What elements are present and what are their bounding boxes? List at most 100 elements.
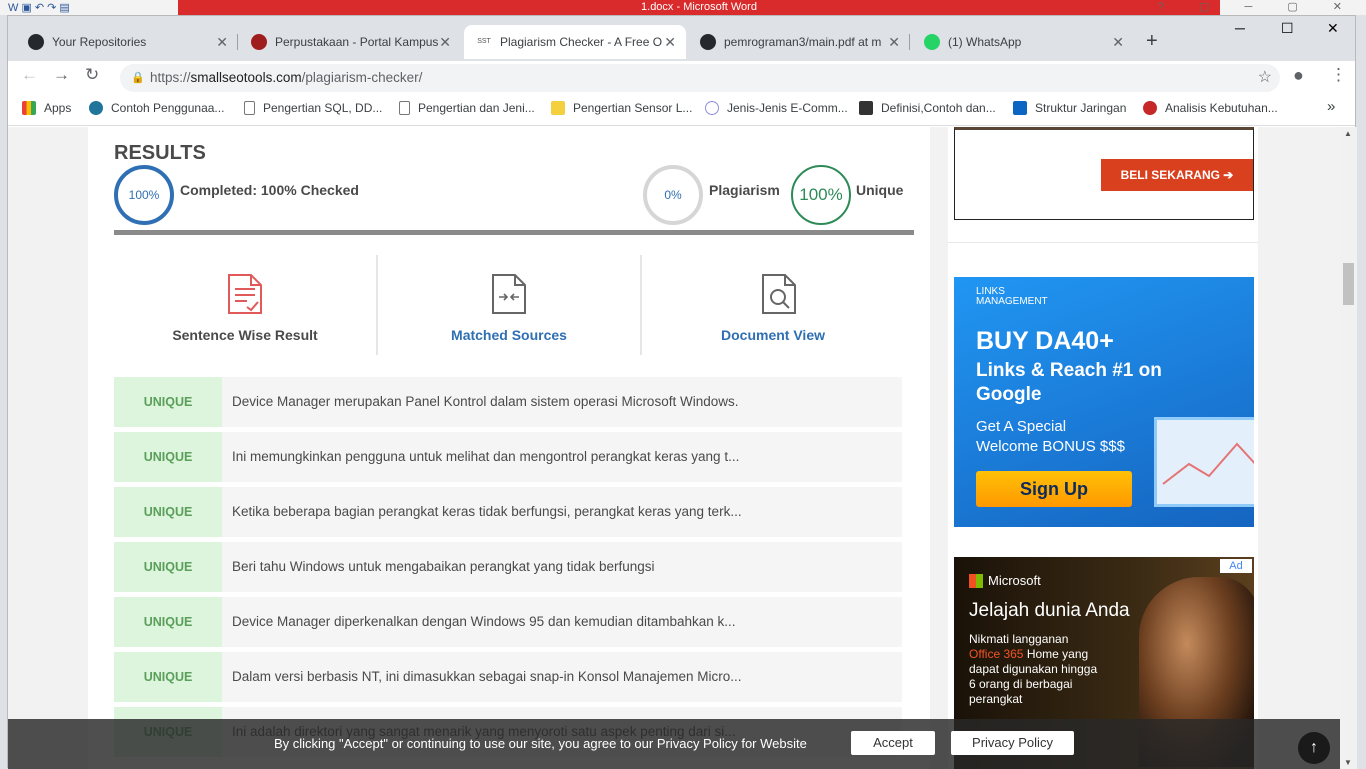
bookmark-star-icon[interactable]: ☆: [1258, 64, 1272, 92]
sign-up-button[interactable]: Sign Up: [976, 471, 1132, 507]
sentence-row[interactable]: UNIQUE Beri tahu Windows untuk mengabaika…: [114, 542, 902, 592]
close-icon[interactable]: ✕: [1112, 25, 1124, 59]
wordpress-icon: [89, 101, 103, 115]
tab-your-repositories[interactable]: Your Repositories ✕: [16, 25, 238, 59]
close-icon[interactable]: ✕: [664, 25, 676, 59]
bookmark-item[interactable]: Pengertian SQL, DD...: [244, 101, 382, 115]
close-icon[interactable]: ✕: [888, 25, 900, 59]
avatar-icon: [859, 101, 873, 115]
maximize-button[interactable]: ☐: [1281, 20, 1294, 37]
ad-banner-top[interactable]: BELI SEKARANG ➔: [954, 127, 1254, 220]
sentence-row[interactable]: UNIQUE Ini memungkinkan pengguna untuk me…: [114, 432, 902, 482]
links-offer2: Welcome BONUS $$$: [976, 438, 1125, 455]
ms-brand: Microsoft: [988, 573, 1041, 588]
bookmark-item[interactable]: Struktur Jaringan: [1013, 101, 1126, 115]
tab-plagiarism-checker[interactable]: SST Plagiarism Checker - A Free O ✕: [464, 25, 686, 59]
back-button[interactable]: ←: [21, 65, 38, 85]
document-search-icon: [762, 274, 796, 314]
document-compare-icon: [492, 274, 526, 314]
cookie-message: By clicking "Accept" or continuing to us…: [274, 736, 807, 751]
browser-toolbar: ← → ↻ 🔒 https://smallseotools.com/plagia…: [8, 61, 1355, 94]
address-bar[interactable]: 🔒 https://smallseotools.com/plagiarism-c…: [120, 64, 1280, 92]
tab-title: (1) WhatsApp: [948, 35, 1022, 49]
sentence-text: Ketika beberapa bagian perangkat keras t…: [232, 504, 742, 519]
links-headline: BUY DA40+: [976, 327, 1114, 355]
minimize-button[interactable]: ─: [1235, 20, 1245, 36]
page-scrollbar[interactable]: ▲ ▼: [1340, 127, 1357, 769]
close-window-button[interactable]: ✕: [1327, 20, 1339, 37]
word-quickaccess[interactable]: W ▣ ↶ ↷ ▤: [8, 1, 70, 14]
ad-links-management[interactable]: LINKS MANAGEMENT BUY DA40+ Links & Reach…: [954, 277, 1254, 527]
ad-badge[interactable]: Ad: [1220, 559, 1252, 573]
unique-badge: UNIQUE: [114, 377, 222, 427]
plagiarism-label: Plagiarism: [709, 182, 780, 198]
unique-ring: 100%: [791, 165, 851, 225]
completed-label: Completed: 100% Checked: [180, 182, 359, 198]
sentence-text: Beri tahu Windows untuk mengabaikan pera…: [232, 559, 655, 574]
close-icon[interactable]: ✕: [216, 25, 228, 59]
tab-strip: Your Repositories ✕ Perpustakaan - Porta…: [8, 16, 1355, 61]
close-icon[interactable]: ✕: [439, 25, 451, 59]
tab-label: Document View: [721, 327, 825, 343]
sentence-text: Ini memungkinkan pengguna untuk melihat …: [232, 449, 740, 464]
shield-icon: [251, 34, 267, 50]
unique-badge: UNIQUE: [114, 487, 222, 537]
url-scheme: https://: [150, 70, 191, 85]
sentence-row[interactable]: UNIQUE Device Manager merupakan Panel Kon…: [114, 377, 902, 427]
tab-title: Perpustakaan - Portal Kampus: [275, 35, 439, 49]
linkedin-icon: [1013, 101, 1027, 115]
bookmarks-overflow[interactable]: »: [1327, 98, 1335, 115]
tab-matched-sources[interactable]: Matched Sources: [378, 255, 640, 355]
globe-icon: [705, 101, 719, 115]
menu-icon[interactable]: ⋮: [1330, 65, 1347, 85]
accept-button[interactable]: Accept: [851, 731, 935, 755]
links-sub1: Links & Reach #1 on: [976, 360, 1162, 381]
scroll-to-top-button[interactable]: ↑: [1298, 732, 1330, 764]
bookmark-item[interactable]: Contoh Penggunaa...: [89, 101, 224, 115]
profile-icon[interactable]: ●: [1293, 65, 1304, 86]
sentence-text: Device Manager diperkenalkan dengan Wind…: [232, 614, 736, 629]
links-offer1: Get A Special: [976, 418, 1067, 435]
page-content: RESULTS 100% Completed: 100% Checked 0% …: [8, 127, 1340, 769]
url-path: /plagiarism-checker/: [301, 70, 423, 85]
sentence-row[interactable]: UNIQUE Device Manager diperkenalkan denga…: [114, 597, 902, 647]
sentence-row[interactable]: UNIQUE Ketika beberapa bagian perangkat k…: [114, 487, 902, 537]
beli-sekarang-button[interactable]: BELI SEKARANG ➔: [1101, 159, 1253, 191]
browser-window: Your Repositories ✕ Perpustakaan - Porta…: [7, 15, 1357, 769]
tab-document-view[interactable]: Document View: [642, 255, 904, 355]
bookmarks-bar: Apps Contoh Penggunaa... Pengertian SQL,…: [8, 94, 1355, 126]
tab-title: pemrograman3/main.pdf at m: [724, 35, 882, 49]
results-panel: RESULTS 100% Completed: 100% Checked 0% …: [88, 127, 930, 769]
bookmark-item[interactable]: Pengertian Sensor L...: [551, 101, 692, 115]
microsoft-logo-icon: [969, 574, 983, 588]
scroll-down-icon[interactable]: ▼: [1344, 758, 1352, 767]
completed-ring: 100%: [114, 165, 174, 225]
bookmark-item[interactable]: Analisis Kebutuhan...: [1143, 101, 1278, 115]
tab-pemrograman3[interactable]: pemrograman3/main.pdf at m ✕: [688, 25, 910, 59]
bookmark-apps[interactable]: Apps: [22, 101, 71, 115]
privacy-policy-button[interactable]: Privacy Policy: [951, 731, 1074, 755]
bookmark-item[interactable]: Definisi,Contoh dan...: [859, 101, 996, 115]
results-title: RESULTS: [114, 142, 206, 164]
tab-perpustakaan[interactable]: Perpustakaan - Portal Kampus ✕: [239, 25, 461, 59]
tab-sentence-wise[interactable]: Sentence Wise Result: [114, 255, 376, 355]
apps-grid-icon: [22, 101, 36, 115]
sentence-text: Dalam versi berbasis NT, ini dimasukkan …: [232, 669, 742, 684]
bookmark-item[interactable]: Jenis-Jenis E-Comm...: [705, 101, 848, 115]
page-icon: [399, 101, 410, 115]
scroll-up-icon[interactable]: ▲: [1344, 129, 1352, 138]
whatsapp-icon: [924, 34, 940, 50]
lock-icon: 🔒: [131, 72, 145, 84]
reload-button[interactable]: ↻: [85, 65, 99, 85]
site-icon: [1143, 101, 1157, 115]
sentence-row[interactable]: UNIQUE Dalam versi berbasis NT, ini dimas…: [114, 652, 902, 702]
url-host: smallseotools.com: [190, 70, 302, 85]
bookmark-item[interactable]: Pengertian dan Jeni...: [399, 101, 535, 115]
new-tab-button[interactable]: +: [1146, 30, 1158, 53]
word-window-controls[interactable]: ? ▢ ─ ▢ ✕: [1158, 0, 1358, 13]
forward-button[interactable]: →: [53, 65, 70, 85]
document-check-icon: [228, 274, 262, 314]
scrollbar-thumb[interactable]: [1343, 263, 1354, 305]
tab-whatsapp[interactable]: (1) WhatsApp ✕: [912, 25, 1134, 59]
word-title: 1.docx - Microsoft Word: [178, 0, 1220, 15]
